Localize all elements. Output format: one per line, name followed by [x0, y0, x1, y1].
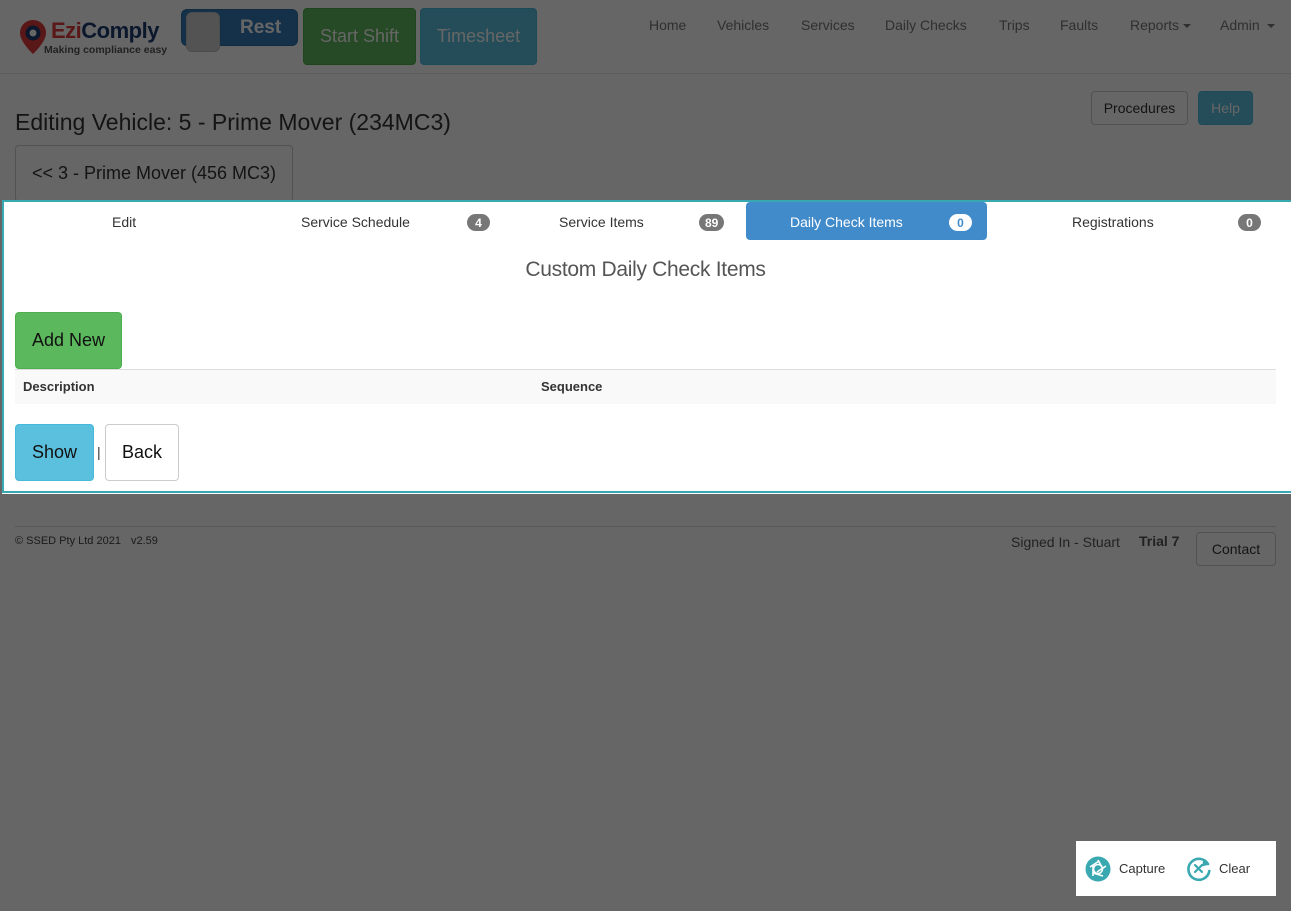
timesheet-button[interactable]: Timesheet [420, 8, 537, 65]
caret-down-icon [1266, 24, 1275, 29]
navbar-divider [0, 73, 1291, 74]
add-new-button[interactable]: Add New [15, 312, 122, 369]
count-badge: 4 [467, 214, 490, 231]
capture-button[interactable]: Capture [1076, 841, 1176, 896]
help-button[interactable]: Help [1198, 91, 1253, 125]
nav-faults[interactable]: Faults [1060, 17, 1098, 33]
count-badge: 0 [949, 214, 972, 231]
dim-overlay-bottom [0, 896, 1291, 911]
clear-button[interactable]: Clear [1180, 841, 1276, 896]
nav-admin[interactable]: Admin [1220, 17, 1275, 33]
brand-logo[interactable]: EziComply [51, 18, 159, 44]
procedures-button[interactable]: Procedures [1091, 91, 1188, 125]
count-badge: 0 [1238, 214, 1261, 231]
nav-home[interactable]: Home [649, 17, 686, 33]
tab-label: Service Items [559, 214, 644, 230]
plan-label: Trial 7 [1139, 533, 1180, 549]
camera-shutter-icon [1085, 856, 1111, 882]
rest-status-toggle[interactable]: Rest [181, 9, 298, 52]
tab-label: Daily Check Items [790, 214, 903, 230]
tab-label: Service Schedule [301, 214, 410, 230]
nav-admin-label: Admin [1220, 17, 1260, 33]
page-title: Editing Vehicle: 5 - Prime Mover (234MC3… [15, 109, 451, 135]
button-separator: | [97, 444, 101, 460]
tab-daily-check-items[interactable]: Daily Check Items 0 [746, 202, 987, 240]
toggle-knob[interactable] [186, 12, 220, 52]
tab-registrations[interactable]: Registrations 0 [991, 202, 1273, 240]
tab-label: Edit [112, 214, 137, 230]
tab-label: Registrations [1072, 214, 1154, 230]
brand-tagline: Making compliance easy [44, 44, 168, 56]
capture-widget: Capture Clear [1076, 841, 1276, 896]
highlighted-panel [2, 200, 1291, 493]
dim-overlay-bottom-left [0, 841, 1076, 896]
toggle-label: Rest [240, 17, 282, 38]
column-header-sequence[interactable]: Sequence [541, 379, 602, 394]
clear-label: Clear [1219, 861, 1251, 876]
nav-trips[interactable]: Trips [999, 17, 1030, 33]
section-title: Custom Daily Check Items [525, 258, 766, 281]
show-button[interactable]: Show [15, 424, 94, 481]
start-shift-button[interactable]: Start Shift [303, 8, 416, 65]
dim-overlay-bottom-right [1276, 841, 1291, 896]
table-header [15, 369, 1276, 404]
contact-button[interactable]: Contact [1196, 532, 1276, 566]
tab-service-items[interactable]: Service Items 89 [500, 202, 742, 240]
nav-daily-checks[interactable]: Daily Checks [885, 17, 967, 33]
version-text: v2.59 [131, 535, 158, 547]
copyright-text: © SSED Pty Ltd 2021 [15, 535, 121, 547]
back-button[interactable]: Back [105, 424, 179, 481]
previous-vehicle-button[interactable]: << 3 - Prime Mover (456 MC3) [15, 145, 293, 202]
tab-edit[interactable]: Edit [4, 202, 246, 240]
column-header-description[interactable]: Description [23, 379, 95, 394]
footer-divider [15, 526, 1276, 527]
capture-label: Capture [1119, 861, 1166, 876]
signed-in-text: Signed In - Stuart [1011, 534, 1120, 550]
tab-service-schedule[interactable]: Service Schedule 4 [250, 202, 496, 240]
nav-reports-label: Reports [1130, 17, 1180, 33]
nav-vehicles[interactable]: Vehicles [717, 17, 769, 33]
nav-reports[interactable]: Reports [1130, 17, 1192, 33]
nav-services[interactable]: Services [801, 17, 855, 33]
clear-refresh-icon [1187, 857, 1211, 882]
brand-name-comply: Comply [81, 18, 159, 43]
logo-pin-icon [20, 20, 46, 54]
count-badge: 89 [699, 214, 725, 231]
caret-down-icon [1183, 24, 1192, 29]
brand-name-ezi: Ezi [51, 18, 82, 43]
